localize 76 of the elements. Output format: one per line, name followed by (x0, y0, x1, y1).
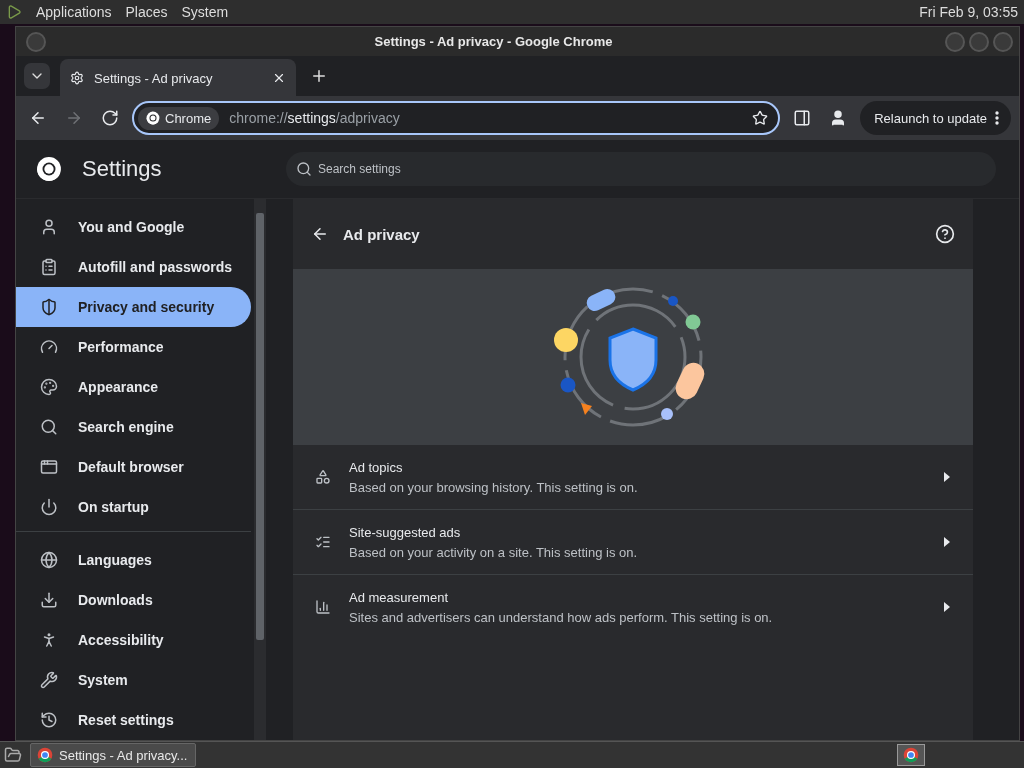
star-icon[interactable] (752, 110, 769, 126)
address-bar[interactable]: Chrome chrome://settings/adprivacy (132, 101, 781, 135)
sidebar-item[interactable]: Reset settings (16, 700, 251, 740)
sidebar-item[interactable]: Languages (16, 540, 251, 580)
row-title: Ad topics (349, 459, 404, 475)
person-icon (40, 218, 58, 236)
bar-chart-icon (315, 599, 331, 615)
clock: Fri Feb 9, 03:55 (919, 4, 1018, 20)
caret-icon (943, 472, 951, 482)
search-icon (296, 161, 312, 177)
row-description: Sites and advertisers can understand how ads perform. This setting is on. (349, 609, 774, 625)
help-icon[interactable] (935, 224, 955, 244)
panel-menu[interactable]: Applications (36, 4, 112, 20)
chrome-logo-icon (903, 747, 919, 763)
sidebar-item[interactable]: System (16, 660, 251, 700)
reload-icon (101, 109, 119, 127)
row-title: Site-suggested ads (349, 524, 462, 540)
search-field[interactable]: Search settings (286, 152, 996, 186)
chrome-logo-icon (36, 156, 62, 182)
row-description: Based on your activity on a site. This setting is on. (349, 544, 639, 560)
window-title: Settings - Ad privacy - Google Chrome (373, 34, 614, 49)
settings-icon (70, 71, 84, 85)
chrome-logo-icon (37, 747, 53, 763)
chrome-tray-icon[interactable] (897, 744, 925, 766)
panel-menu[interactable]: Places (125, 4, 168, 20)
tab-search-button[interactable] (24, 63, 50, 89)
globe-icon (40, 551, 58, 569)
taskbar-button[interactable]: Settings - Ad privacy... (30, 743, 196, 767)
back-icon[interactable] (311, 225, 329, 243)
back-icon (29, 109, 47, 127)
sidebar-item[interactable]: Search engine (16, 407, 251, 447)
scrollbar[interactable] (254, 199, 266, 740)
history-icon (40, 711, 58, 729)
more-icon (995, 111, 999, 125)
show-desktop-icon[interactable] (4, 746, 22, 764)
sidebar-item[interactable]: Autofill and passwords (16, 247, 251, 287)
site-chip[interactable]: Chrome (138, 106, 220, 130)
forward-icon (65, 109, 83, 127)
sidebar-item[interactable]: Accessibility (16, 620, 251, 660)
page-title: Ad privacy (343, 225, 421, 243)
download-icon (40, 591, 58, 609)
caret-icon (943, 602, 951, 612)
shield-icon (40, 298, 58, 316)
row-title: Ad measurement (349, 589, 449, 605)
row-description: Based on your browsing history. This setting is on. (349, 479, 639, 495)
shapes-icon (315, 469, 331, 485)
close-icon[interactable] (272, 71, 286, 85)
relaunch-button[interactable]: Relaunch to update (860, 101, 1011, 135)
clipboard-icon (40, 258, 58, 276)
power-icon (40, 498, 58, 516)
gauge-icon (40, 338, 58, 356)
sidebar-item[interactable]: You and Google (16, 207, 251, 247)
sidebar-item[interactable]: Downloads (16, 580, 251, 620)
tab-title: Settings - Ad privacy (94, 70, 214, 86)
sidebar-item[interactable]: Default browser (16, 447, 251, 487)
url-text: chrome://settings/adprivacy (229, 110, 401, 126)
plus-icon (310, 67, 328, 85)
chrome-logo-icon (146, 111, 160, 125)
settings-row[interactable]: Site-suggested ads Based on your activity on a site. This setting is on. (293, 509, 973, 574)
app-menu-icon[interactable] (6, 4, 22, 20)
settings-row[interactable]: Ad measurement Sites and advertisers can understand how ads perform. This setting is on. (293, 574, 973, 639)
search-icon (40, 418, 58, 436)
panel-menu[interactable]: System (181, 4, 229, 20)
settings-title: Settings (82, 156, 162, 182)
caret-icon (943, 537, 951, 547)
palette-icon (40, 378, 58, 396)
sidebar-item[interactable]: On startup (16, 487, 251, 527)
browser-tab[interactable]: Settings - Ad privacy (60, 59, 296, 97)
sidebar-item[interactable]: Privacy and security (16, 287, 251, 327)
checklist-icon (315, 534, 331, 550)
wrench-icon (40, 671, 58, 689)
browser-window-icon (40, 458, 58, 476)
sidebar-item[interactable]: Performance (16, 327, 251, 367)
settings-row[interactable]: Ad topics Based on your browsing history. This setting is on. (293, 445, 973, 509)
sidebar-item[interactable]: Appearance (16, 367, 251, 407)
side-panel-icon (793, 109, 812, 127)
